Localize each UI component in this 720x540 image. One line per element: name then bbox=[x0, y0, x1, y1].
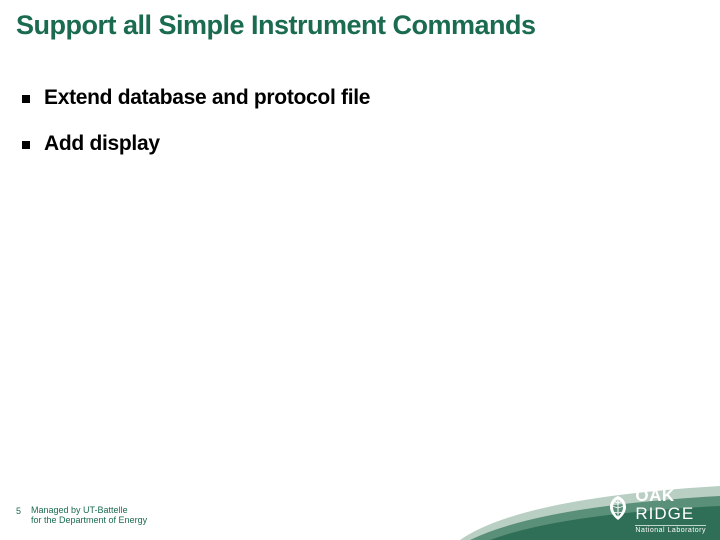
footer: 5 Managed by UT-Battelle for the Departm… bbox=[16, 505, 147, 525]
logo-word-ridge: RIDGE bbox=[635, 504, 694, 523]
bullet-icon bbox=[22, 141, 30, 149]
managed-line-2: for the Department of Energy bbox=[31, 515, 147, 525]
logo-text: OAK RIDGE National Laboratory bbox=[635, 487, 706, 534]
logo-block: OAK RIDGE National Laboratory bbox=[460, 468, 720, 540]
list-item: Add display bbox=[22, 132, 680, 156]
logo-word-oak: OAK bbox=[635, 486, 674, 505]
list-item: Extend database and protocol file bbox=[22, 86, 680, 110]
slide: Support all Simple Instrument Commands E… bbox=[0, 0, 720, 540]
oak-leaf-icon bbox=[607, 495, 629, 526]
oak-ridge-logo: OAK RIDGE National Laboratory bbox=[607, 487, 706, 534]
bullet-list: Extend database and protocol file Add di… bbox=[22, 86, 680, 178]
bullet-text: Extend database and protocol file bbox=[44, 86, 370, 110]
managed-by-text: Managed by UT-Battelle for the Departmen… bbox=[31, 505, 147, 525]
logo-subtitle: National Laboratory bbox=[635, 525, 706, 534]
slide-title: Support all Simple Instrument Commands bbox=[16, 10, 710, 41]
managed-line-1: Managed by UT-Battelle bbox=[31, 505, 147, 515]
bullet-icon bbox=[22, 95, 30, 103]
bullet-text: Add display bbox=[44, 132, 160, 156]
page-number: 5 bbox=[16, 506, 21, 516]
